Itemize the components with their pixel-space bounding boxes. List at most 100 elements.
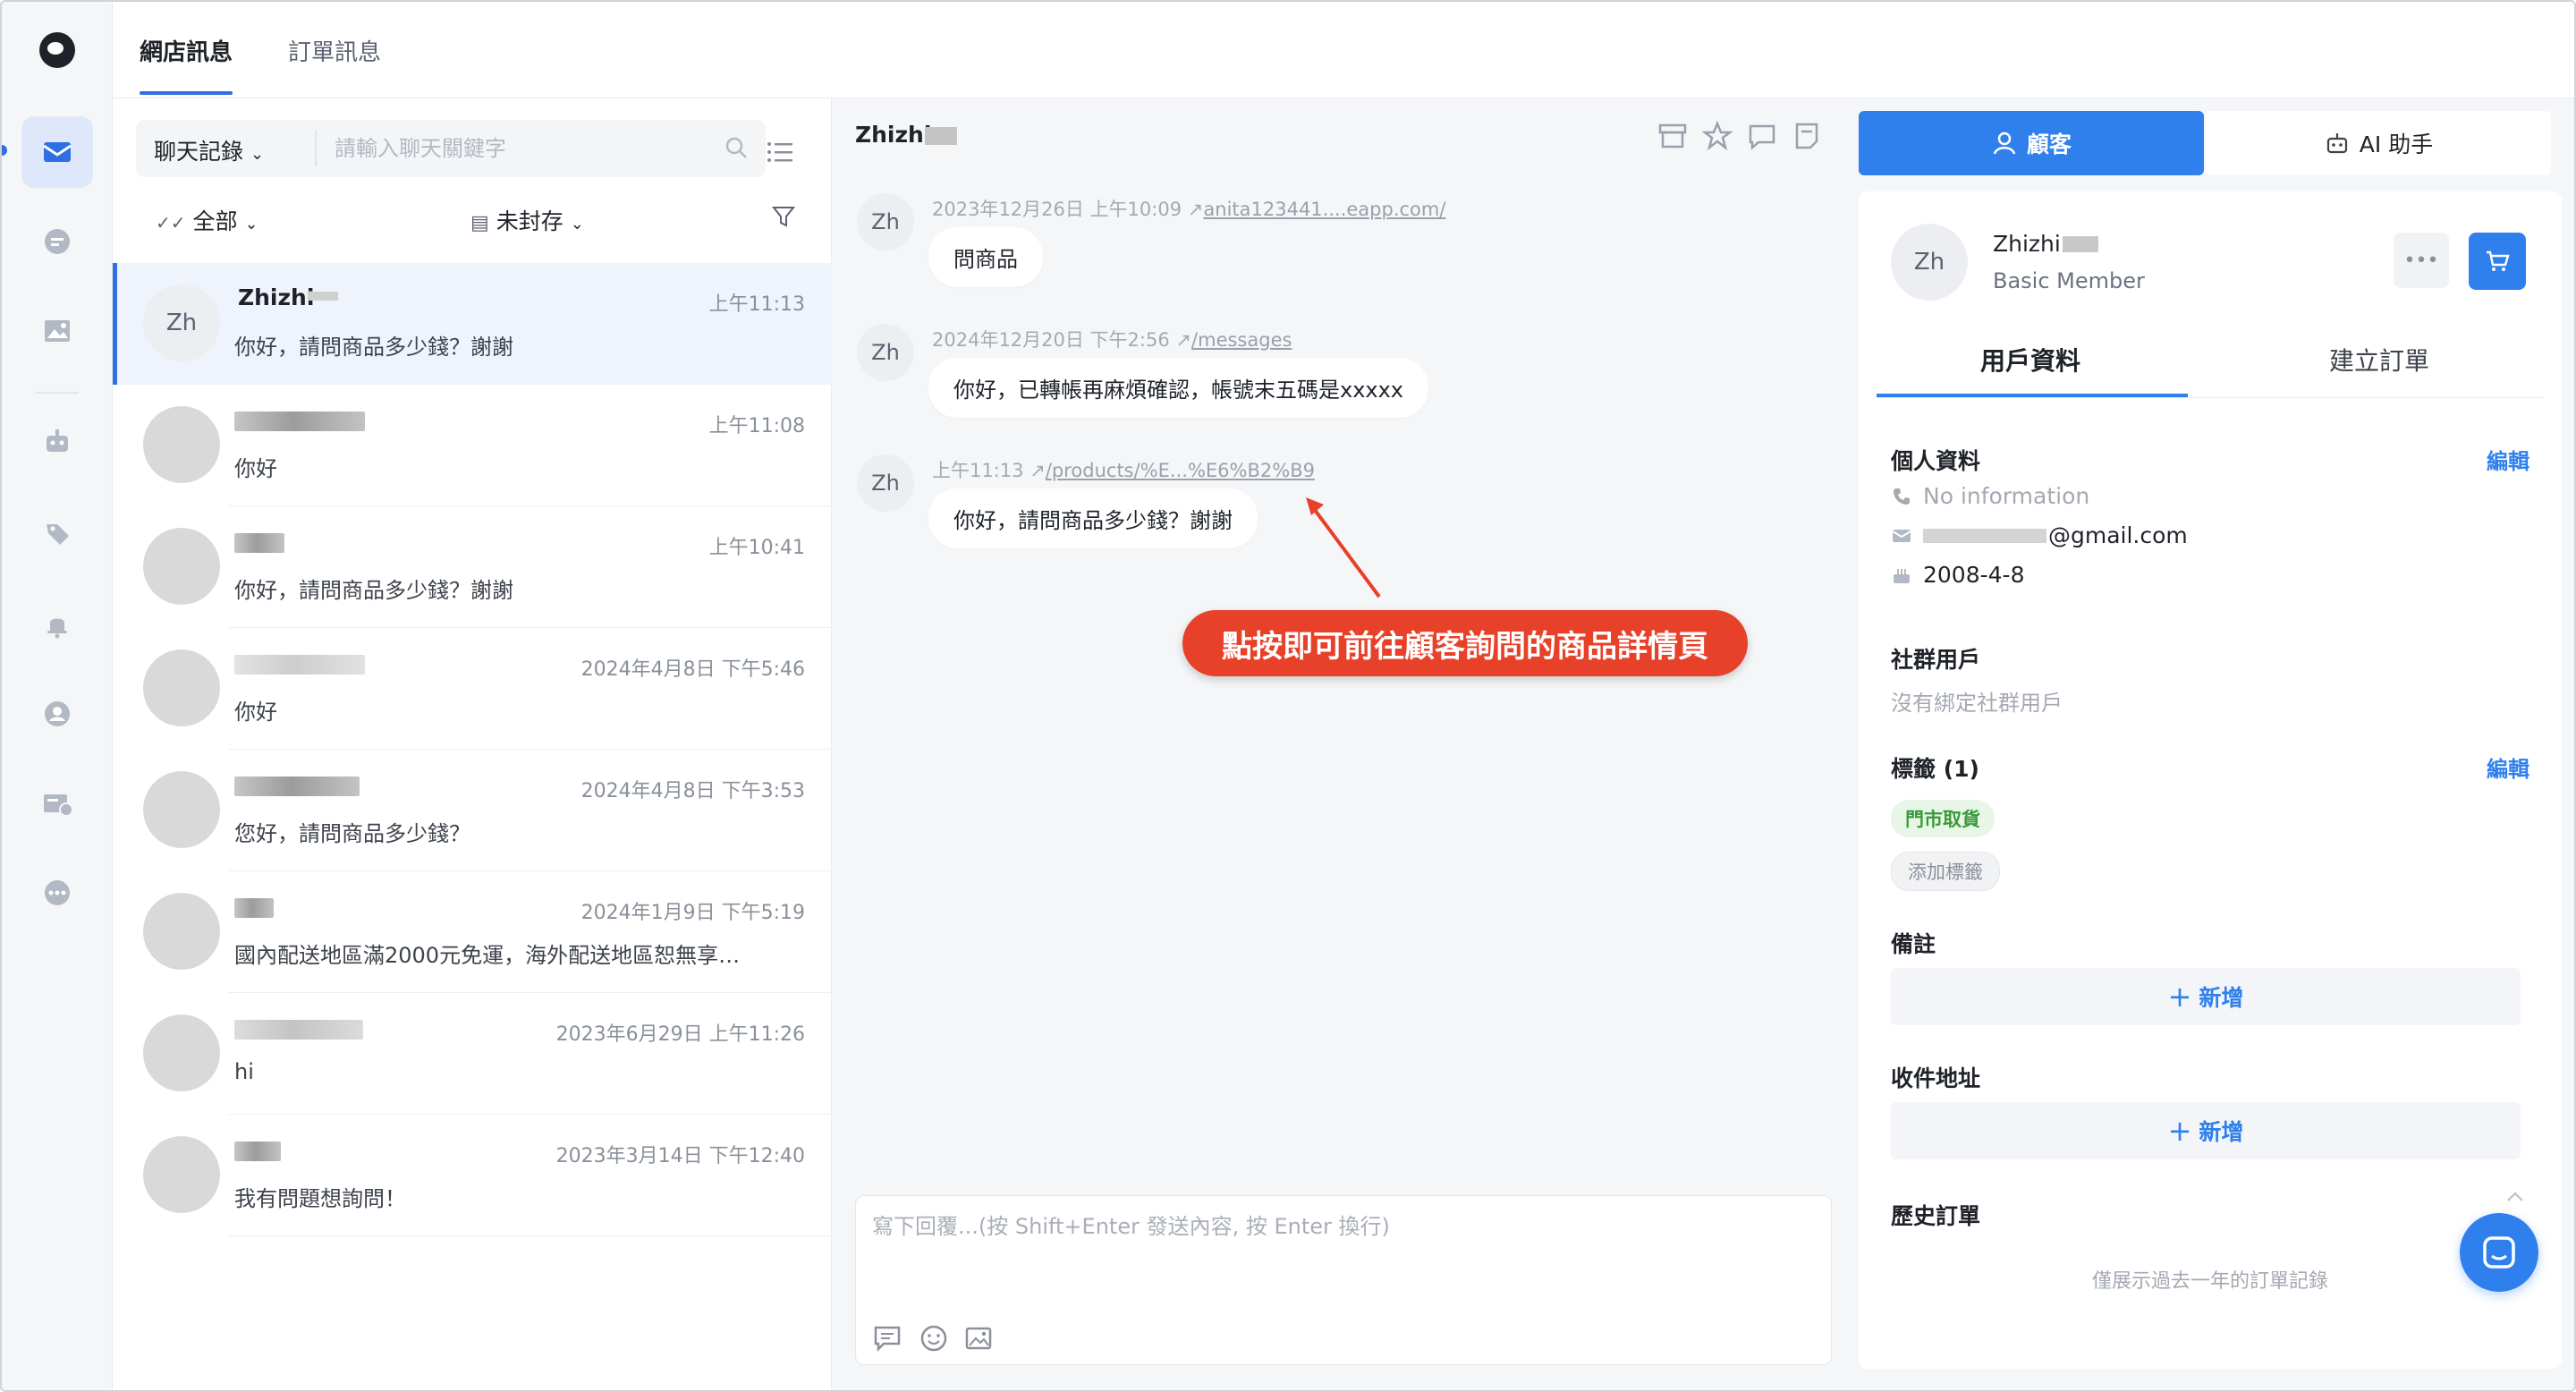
conversation-item[interactable]: 2024年4月8日 下午5:46 你好	[113, 628, 832, 750]
message-meta: 2023年12月26日 上午10:09 ↗anita123441....eapp…	[932, 195, 1445, 222]
robot-icon	[2326, 133, 2347, 154]
tab-shop-messages[interactable]: 網店訊息	[140, 34, 233, 67]
message-preview: 你好，請問商品多少錢？謝謝	[234, 335, 513, 360]
conversation-item[interactable]: 上午11:08 你好	[113, 385, 832, 506]
conversation-item[interactable]: 2024年4月8日 下午3:53 您好，請問商品多少錢？	[113, 750, 832, 871]
message-time: 上午10:41	[708, 537, 805, 559]
message-time: 2024年4月8日 下午5:46	[580, 658, 805, 681]
chevron-up-icon[interactable]	[2504, 1190, 2526, 1204]
edit-personal-link[interactable]: 編輯	[2487, 444, 2529, 475]
name-redaction	[234, 898, 274, 918]
add-address-label: 新增	[2199, 1119, 2244, 1145]
customer-card: Zh Zhizhi Basic Member ••• 用戶資料 建立訂單 個人資…	[1859, 191, 2562, 1369]
search-icon[interactable]	[723, 134, 751, 163]
section-address-title: 收件地址	[1891, 1065, 1981, 1091]
message-preview: 你好	[234, 456, 277, 481]
chat-bubble-icon[interactable]	[21, 206, 93, 277]
conversation-item[interactable]: 上午10:41 你好，請問商品多少錢？謝謝	[113, 506, 832, 628]
emoji-icon[interactable]	[919, 1323, 949, 1354]
tag-chip[interactable]: 門市取貨	[1891, 800, 1995, 837]
active-sub-tab-underline	[1877, 394, 2188, 397]
message-time: 2024年1月9日 下午5:19	[580, 902, 805, 924]
section-history-title: 歷史訂單	[1891, 1203, 1981, 1229]
message-preview: 你好，請問商品多少錢？謝謝	[234, 578, 513, 603]
more-dots-icon[interactable]	[21, 857, 93, 929]
search-input[interactable]	[335, 129, 710, 168]
name-redaction	[308, 292, 338, 301]
image-upload-icon[interactable]	[963, 1323, 994, 1354]
avatar: Zh	[143, 284, 220, 361]
tag-icon[interactable]	[21, 497, 93, 569]
filter-all-dropdown[interactable]: ✓✓ 全部 ⌄	[156, 204, 258, 236]
more-options-button[interactable]: •••	[2394, 233, 2449, 288]
reply-input[interactable]	[872, 1209, 1811, 1280]
avatar	[143, 406, 220, 483]
conversation-item[interactable]: 2023年6月29日 上午11:26 hi	[113, 993, 832, 1115]
tab-order-messages[interactable]: 訂單訊息	[288, 34, 381, 67]
tab-customer[interactable]: 顧客	[1859, 111, 2204, 175]
sub-tab-divider	[1877, 397, 2544, 398]
avatar	[143, 1014, 220, 1091]
mail-icon	[1892, 529, 1911, 542]
customer-panel: 顧客 AI 助手 Zh Zhizhi Basic Member ••• 用戶資料…	[1848, 98, 2574, 1390]
bell-icon[interactable]	[21, 589, 93, 660]
note-icon[interactable]	[1791, 120, 1823, 152]
filter-archive-dropdown[interactable]: ▤ 未封存 ⌄	[470, 204, 584, 236]
live-chat-button[interactable]	[2460, 1213, 2538, 1292]
search-divider	[315, 131, 317, 166]
reply-composer	[855, 1195, 1832, 1365]
external-link-icon: ↗	[1175, 329, 1192, 351]
conversation-item[interactable]: 2023年3月14日 下午12:40 我有問題想詢問！	[113, 1115, 832, 1236]
tab-create-order[interactable]: 建立訂單	[2329, 342, 2429, 378]
app-logo[interactable]	[39, 32, 75, 68]
archive-icon[interactable]	[1657, 120, 1689, 152]
add-tag-button[interactable]: 添加標籤	[1891, 852, 2000, 891]
add-note-button[interactable]: + 新增	[1891, 968, 2521, 1025]
message-preview: 國內配送地區滿2000元免運，海外配送地區恕無享…	[234, 943, 741, 968]
section-personal-title: 個人資料	[1891, 448, 1981, 474]
robot-icon[interactable]	[21, 406, 93, 478]
name-redaction	[234, 777, 360, 796]
chat-support-icon	[2483, 1236, 2515, 1269]
conversation-item[interactable]: 2024年1月9日 下午5:19 國內配送地區滿2000元免運，海外配送地區恕無…	[113, 871, 832, 993]
source-link[interactable]: anita123441....eapp.com/	[1203, 199, 1445, 220]
list-view-icon[interactable]	[764, 136, 796, 168]
annotation-callout: 點按即可前往顧客詢問的商品詳情頁	[1182, 610, 1748, 676]
image-icon[interactable]	[21, 295, 93, 367]
filter-archive-label: 未封存	[496, 208, 564, 234]
email-row: @gmail.com	[1891, 522, 2188, 548]
filter-funnel-icon[interactable]	[771, 204, 796, 229]
search-scope-label: 聊天記錄	[154, 139, 244, 165]
search-bar: 聊天記錄 ⌄	[136, 120, 766, 177]
active-tab-underline	[140, 91, 233, 95]
tab-user-profile[interactable]: 用戶資料	[1980, 342, 2080, 378]
name-redaction	[2063, 236, 2098, 252]
quick-reply-icon[interactable]	[872, 1323, 902, 1354]
tab-ai-label: AI 助手	[2359, 132, 2434, 157]
phone-value: No information	[1923, 483, 2090, 509]
add-address-button[interactable]: + 新增	[1891, 1102, 2521, 1159]
comment-icon[interactable]	[1746, 120, 1778, 152]
tab-ai-assistant[interactable]: AI 助手	[2206, 111, 2551, 175]
conversation-item[interactable]: Zh Zhizhi 上午11:13 你好，請問商品多少錢？謝謝	[113, 263, 832, 385]
ticket-icon[interactable]	[21, 768, 93, 839]
history-footnote: 僅展示過去一年的訂單記錄	[2091, 1270, 2328, 1293]
inbox-icon[interactable]	[21, 116, 93, 188]
app-window: 網店訊息 訂單訊息 聊天記錄 ⌄ ✓✓ 全部 ⌄ ▤ 未封存 ⌄ Zh Zhiz…	[0, 0, 2576, 1392]
edit-tags-link[interactable]: 編輯	[2487, 751, 2529, 783]
message-preview: 你好	[234, 700, 277, 725]
tab-customer-label: 顧客	[2026, 132, 2072, 157]
chevron-down-icon: ⌄	[570, 215, 584, 233]
product-link[interactable]: /products/%E...%E6%B2%B9	[1046, 460, 1315, 481]
chat-panel: Zhizhi Zh 2023年12月26日 上午10:09 ↗anita1234…	[832, 98, 1848, 1390]
message-time: 2023年12月26日 上午10:09	[932, 199, 1182, 220]
search-scope-select[interactable]: 聊天記錄 ⌄	[154, 134, 264, 166]
star-icon[interactable]	[1701, 120, 1733, 152]
source-link[interactable]: /messages	[1191, 329, 1292, 351]
name-redaction	[234, 1142, 281, 1161]
cake-icon	[1894, 568, 1910, 583]
cart-button[interactable]	[2469, 233, 2526, 290]
support-agent-icon[interactable]	[21, 678, 93, 750]
name-redaction	[234, 655, 365, 675]
avatar: Zh	[857, 324, 914, 381]
